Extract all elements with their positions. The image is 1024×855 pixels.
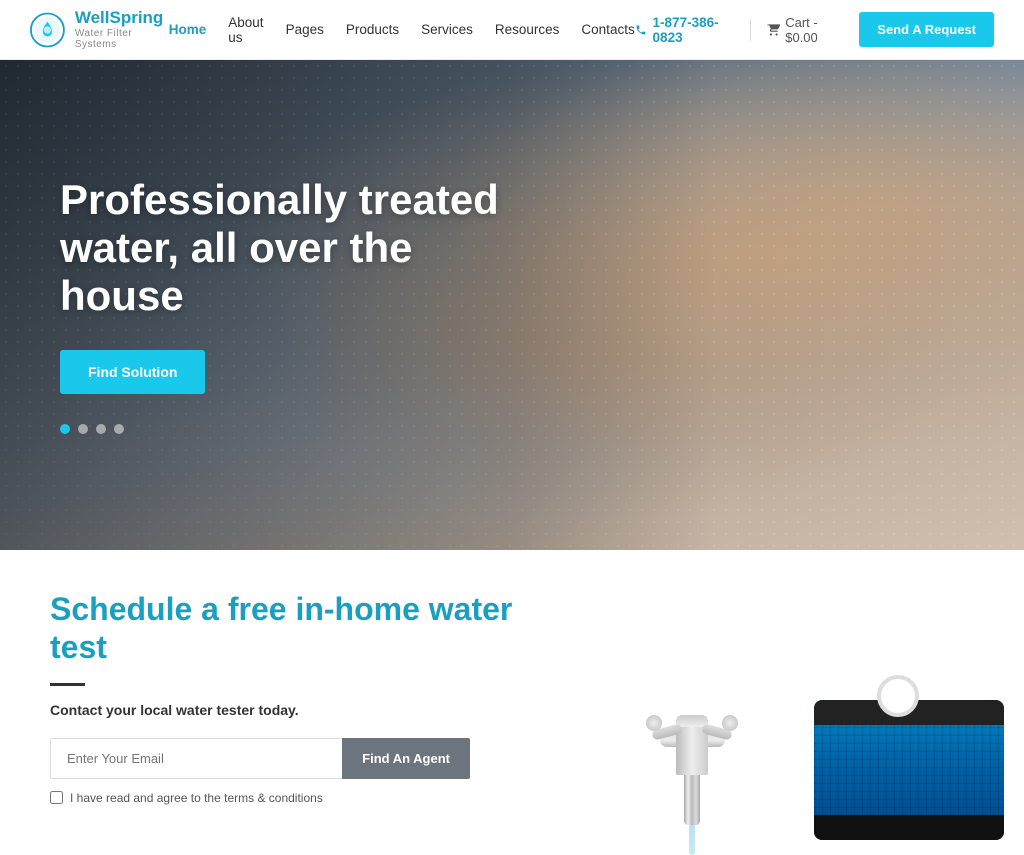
water-test-section: Schedule a free in-home water test Conta… [0,550,1024,845]
nav-pages[interactable]: Pages [286,22,324,37]
hero-title: Professionally treated water, all over t… [60,176,503,321]
product-illustration-area [604,550,1024,845]
logo-icon [30,11,65,49]
section-title: Schedule a free in-home water test [50,590,554,667]
water-test-content: Schedule a free in-home water test Conta… [0,550,604,845]
filter-cylinder [814,700,1004,840]
nav-about[interactable]: About us [228,15,263,45]
hero-dots [60,424,503,434]
site-header: WellSpring Water Filter Systems Home Abo… [0,0,1024,60]
email-input[interactable] [50,738,342,779]
faucet-knob-left [646,715,662,731]
faucet-knob-right [722,715,738,731]
filter-ring [877,675,919,717]
cart-label: Cart - $0.00 [785,15,843,45]
hero-content: Professionally treated water, all over t… [0,60,563,550]
hero-dot-3[interactable] [96,424,106,434]
nav-products[interactable]: Products [346,22,399,37]
hero-dot-4[interactable] [114,424,124,434]
header-right: 1-877-386-0823 Cart - $0.00 Send A Reque… [635,12,994,47]
nav-contacts[interactable]: Contacts [581,22,634,37]
terms-checkbox[interactable] [50,791,63,804]
section-divider [50,683,85,686]
logo-area[interactable]: WellSpring Water Filter Systems [30,9,169,50]
phone-area[interactable]: 1-877-386-0823 [635,15,734,45]
nav-home[interactable]: Home [169,22,207,37]
nav-resources[interactable]: Resources [495,22,560,37]
product-illustration [604,575,1024,855]
hero-section: Professionally treated water, all over t… [0,60,1024,550]
logo-text-block: WellSpring Water Filter Systems [75,9,169,50]
phone-icon [635,23,647,37]
main-nav: Home About us Pages Products Services Re… [169,15,635,45]
send-request-button[interactable]: Send A Request [859,12,994,47]
phone-number: 1-877-386-0823 [653,15,734,45]
nav-services[interactable]: Services [421,22,473,37]
cart-icon [767,22,781,38]
hero-dot-2[interactable] [78,424,88,434]
brand-name: WellSpring [75,9,169,28]
brand-tagline: Water Filter Systems [75,28,169,50]
water-stream [689,820,695,855]
find-agent-button[interactable]: Find An Agent [342,738,470,779]
hero-cta-button[interactable]: Find Solution [60,350,205,394]
terms-checkbox-row: I have read and agree to the terms & con… [50,791,554,805]
cart-area[interactable]: Cart - $0.00 [767,15,844,45]
section-subtitle: Contact your local water tester today. [50,702,554,718]
terms-label: I have read and agree to the terms & con… [70,791,323,805]
filter-end-cap-bottom [814,815,1004,840]
hero-dot-1[interactable] [60,424,70,434]
header-divider [750,19,751,41]
email-form: Find An Agent [50,738,470,779]
faucet-body [676,727,708,775]
